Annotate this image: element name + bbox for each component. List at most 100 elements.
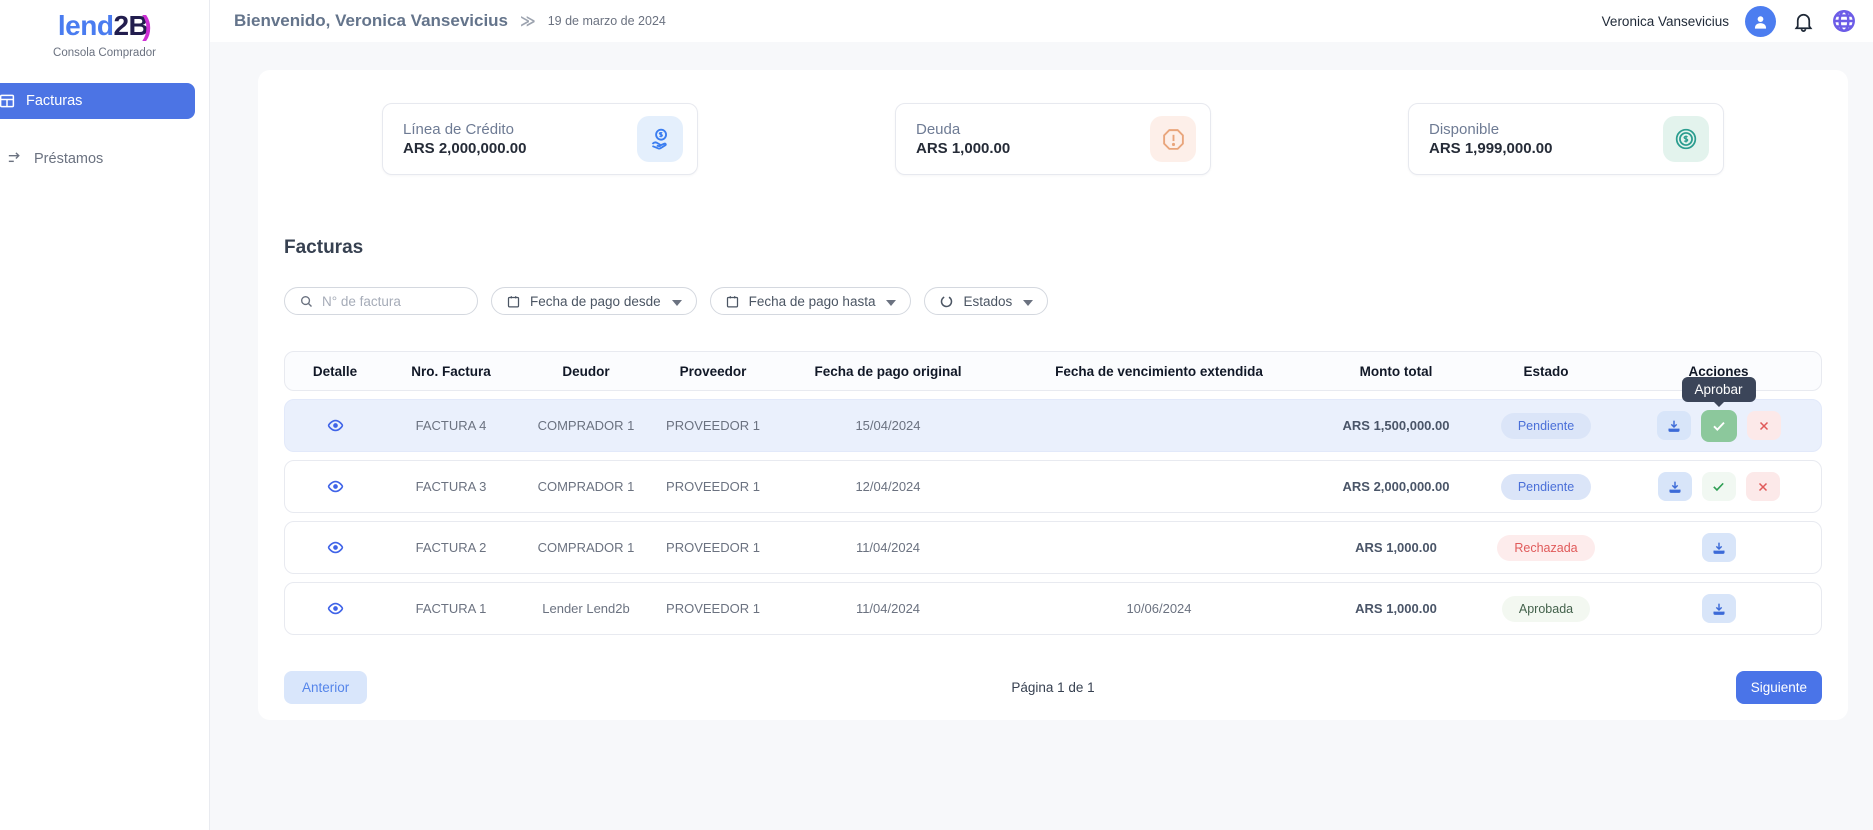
debtor: Lender Lend2b <box>517 601 655 616</box>
invoice-number: FACTURA 4 <box>385 418 517 433</box>
coins-icon <box>1663 116 1709 162</box>
logo-subtitle: Consola Comprador <box>0 47 209 59</box>
debt-card: Deuda ARS 1,000.00 <box>895 103 1211 175</box>
column-header: Estado <box>1479 364 1613 379</box>
sidebar: lend2B) Consola Comprador Facturas Prést… <box>0 0 210 830</box>
welcome-title: Bienvenido, Veronica Vansevicius <box>234 11 508 31</box>
status-badge: Pendiente <box>1501 474 1591 500</box>
sidebar-item-prestamos[interactable]: Préstamos <box>0 141 209 177</box>
top-header: Bienvenido, Veronica Vansevicius ≫ 19 de… <box>210 0 1873 42</box>
total-amount: ARS 1,500,000.00 <box>1313 418 1479 433</box>
summary-cards: Línea de Crédito ARS 2,000,000.00 Deuda … <box>258 70 1848 175</box>
view-invoice-detail-button[interactable] <box>325 415 346 436</box>
calendar-icon <box>725 294 740 309</box>
invoices-table: DetalleNro. FacturaDeudorProveedorFecha … <box>284 351 1822 635</box>
total-amount: ARS 1,000.00 <box>1313 601 1479 616</box>
original-payment-date: 15/04/2024 <box>771 418 1005 433</box>
filter-label: Estados <box>963 294 1012 309</box>
card-value: ARS 1,000.00 <box>916 140 1150 157</box>
card-title: Deuda <box>916 121 1150 138</box>
bell-icon[interactable] <box>1792 10 1815 33</box>
approve-tooltip: Aprobar <box>1681 377 1755 402</box>
invoices-section-title: Facturas <box>284 237 1848 259</box>
globe-icon[interactable] <box>1831 8 1857 34</box>
card-title: Línea de Crédito <box>403 121 637 138</box>
reject-invoice-button[interactable] <box>1746 472 1780 501</box>
provider: PROVEEDOR 1 <box>655 479 771 494</box>
available-card: Disponible ARS 1,999,000.00 <box>1408 103 1724 175</box>
reject-invoice-button[interactable] <box>1747 411 1781 440</box>
view-invoice-detail-button[interactable] <box>325 476 346 497</box>
user-avatar-icon[interactable] <box>1745 6 1776 37</box>
main-content: Línea de Crédito ARS 2,000,000.00 Deuda … <box>210 42 1873 830</box>
provider: PROVEEDOR 1 <box>655 540 771 555</box>
actions-cell <box>1613 472 1824 501</box>
filter-estados[interactable]: Estados <box>924 287 1048 315</box>
approve-invoice-button[interactable] <box>1702 472 1736 501</box>
card-title: Disponible <box>1429 121 1663 138</box>
original-payment-date: 11/04/2024 <box>771 540 1005 555</box>
column-header: Monto total <box>1313 364 1479 379</box>
actions-cell <box>1613 533 1824 562</box>
chevron-down-icon <box>1023 294 1033 309</box>
approve-invoice-button[interactable] <box>1701 410 1737 442</box>
credit-line-card: Línea de Crédito ARS 2,000,000.00 <box>382 103 698 175</box>
content-panel: Línea de Crédito ARS 2,000,000.00 Deuda … <box>258 70 1848 720</box>
search-icon <box>299 294 314 309</box>
table-row: FACTURA 3COMPRADOR 1PROVEEDOR 112/04/202… <box>284 460 1822 513</box>
column-header: Proveedor <box>655 364 771 379</box>
invoice-number: FACTURA 1 <box>385 601 517 616</box>
debtor: COMPRADOR 1 <box>517 479 655 494</box>
actions-cell: Aprobar <box>1613 410 1824 442</box>
provider: PROVEEDOR 1 <box>655 601 771 616</box>
table-row: FACTURA 2COMPRADOR 1PROVEEDOR 111/04/202… <box>284 521 1822 574</box>
status-badge: Rechazada <box>1497 535 1594 561</box>
original-payment-date: 11/04/2024 <box>771 601 1005 616</box>
chevron-down-icon <box>886 294 896 309</box>
header-date: 19 de marzo de 2024 <box>548 14 666 28</box>
download-invoice-button[interactable] <box>1658 472 1692 501</box>
download-invoice-button[interactable] <box>1702 594 1736 623</box>
sidebar-item-label: Préstamos <box>34 151 103 167</box>
sidebar-item-facturas[interactable]: Facturas <box>0 83 195 119</box>
filter-label: Fecha de pago desde <box>530 294 661 309</box>
column-header: Deudor <box>517 364 655 379</box>
alert-octagon-icon <box>1150 116 1196 162</box>
filter-fecha-pago-hasta[interactable]: Fecha de pago hasta <box>710 287 912 315</box>
table-row: FACTURA 4COMPRADOR 1PROVEEDOR 115/04/202… <box>284 399 1822 452</box>
pagination: Anterior Página 1 de 1 Siguiente <box>284 671 1822 704</box>
download-invoice-button[interactable] <box>1702 533 1736 562</box>
original-payment-date: 12/04/2024 <box>771 479 1005 494</box>
total-amount: ARS 1,000.00 <box>1313 540 1479 555</box>
search-input[interactable] <box>322 294 499 309</box>
card-value: ARS 1,999,000.00 <box>1429 140 1663 157</box>
next-page-button[interactable]: Siguiente <box>1736 671 1822 704</box>
calendar-icon <box>506 294 521 309</box>
actions-cell <box>1613 594 1824 623</box>
user-name: Veronica Vansevicius <box>1602 14 1729 29</box>
status-badge: Aprobada <box>1502 596 1590 622</box>
table-header-row: DetalleNro. FacturaDeudorProveedorFecha … <box>284 351 1822 391</box>
card-value: ARS 2,000,000.00 <box>403 140 637 157</box>
invoice-number: FACTURA 3 <box>385 479 517 494</box>
total-amount: ARS 2,000,000.00 <box>1313 479 1479 494</box>
logo-text: lend2B) <box>0 10 209 42</box>
invoice-search <box>284 287 478 315</box>
filter-label: Fecha de pago hasta <box>749 294 876 309</box>
filter-fecha-pago-desde[interactable]: Fecha de pago desde <box>491 287 697 315</box>
table-row: FACTURA 1Lender Lend2bPROVEEDOR 111/04/2… <box>284 582 1822 635</box>
extended-due-date: 10/06/2024 <box>1005 601 1313 616</box>
previous-page-button[interactable]: Anterior <box>284 671 367 704</box>
brand-logo: lend2B) Consola Comprador <box>0 0 209 59</box>
logo-accent: ) <box>142 10 151 41</box>
hand-coin-icon <box>637 116 683 162</box>
download-invoice-button[interactable] <box>1657 411 1691 440</box>
status-circle-icon <box>939 294 954 309</box>
view-invoice-detail-button[interactable] <box>325 537 346 558</box>
provider: PROVEEDOR 1 <box>655 418 771 433</box>
logo-primary: lend <box>58 10 114 41</box>
table-icon <box>0 92 16 110</box>
filter-row: Fecha de pago desde Fecha de pago hasta <box>284 287 1822 315</box>
view-invoice-detail-button[interactable] <box>325 598 346 619</box>
debtor: COMPRADOR 1 <box>517 418 655 433</box>
